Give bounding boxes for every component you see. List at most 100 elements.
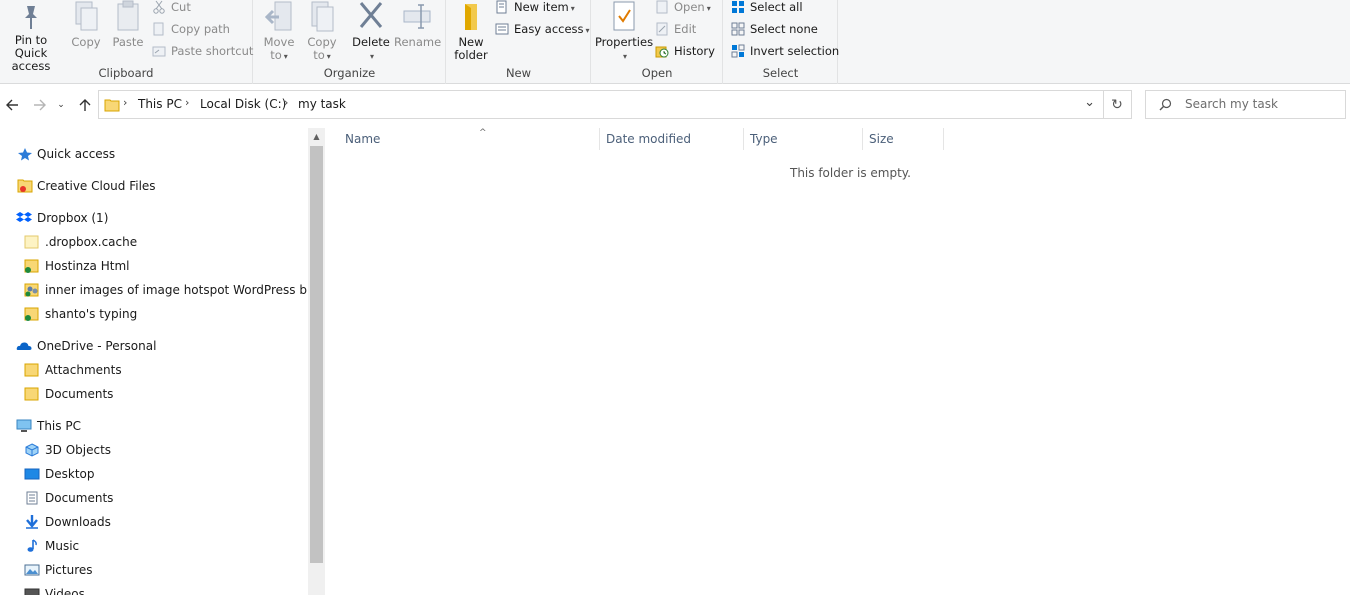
empty-folder-message: This folder is empty. — [790, 166, 911, 180]
new-folder-button[interactable]: New folder — [451, 0, 491, 62]
edit-icon — [656, 22, 668, 36]
synced-folder-icon — [24, 307, 39, 321]
column-name-label: Name — [345, 132, 381, 146]
breadcrumb-chevron-icon: › — [284, 96, 289, 109]
breadcrumb-local-disk[interactable]: Local Disk (C:) — [200, 97, 286, 111]
new-group-label: New — [505, 66, 532, 80]
forward-arrow-icon — [34, 99, 46, 111]
recent-locations-button[interactable]: ⌄ — [53, 94, 69, 116]
easy-access-button[interactable]: Easy access ▾ — [495, 20, 590, 38]
breadcrumb-chevron-icon: › — [123, 96, 128, 109]
open-label: Open — [674, 0, 705, 14]
select-none-icon — [731, 22, 745, 36]
invert-selection-button[interactable]: Invert selection — [731, 42, 839, 60]
nav-label: Videos — [45, 587, 85, 595]
paste-icon — [117, 0, 139, 31]
nav-label: .dropbox.cache — [45, 235, 138, 249]
new-item-button[interactable]: New item ▾ — [495, 0, 575, 16]
organize-group: Move to▾ Copy to▾ Delete ▾ Rename Orga — [254, 0, 446, 84]
pin-label-line1: Pin to Quick — [14, 33, 48, 60]
file-list[interactable]: Name ^ Date modified Type Size This fold… — [325, 128, 1350, 595]
back-button[interactable] — [1, 94, 23, 116]
paste-button[interactable]: Paste — [110, 0, 146, 49]
folder-icon — [104, 99, 120, 112]
nav-pane-scrollbar[interactable]: ▲ — [308, 128, 325, 595]
open-button[interactable]: Open ▾ — [655, 0, 711, 16]
move-to-caret-icon: ▾ — [283, 52, 288, 61]
column-type-label: Type — [750, 132, 778, 146]
column-header-type[interactable]: Type — [744, 128, 863, 150]
cut-button[interactable]: Cut — [152, 0, 191, 16]
move-to-icon — [265, 1, 292, 31]
select-none-button[interactable]: Select none — [731, 20, 818, 38]
new-item-caret-icon: ▾ — [570, 4, 575, 13]
select-all-button[interactable]: Select all — [731, 0, 803, 16]
nav-label: shanto's typing — [45, 307, 138, 321]
properties-button[interactable]: Properties ▾ — [594, 0, 654, 63]
nav-label: Desktop — [45, 467, 95, 481]
paste-shortcut-label: Paste shortcut — [171, 44, 254, 58]
nav-label: Downloads — [45, 515, 111, 529]
delete-icon — [359, 2, 383, 28]
downloads-icon — [26, 515, 38, 529]
edit-button[interactable]: Edit — [655, 20, 696, 38]
cut-label: Cut — [171, 0, 191, 14]
delete-button[interactable]: Delete ▾ — [352, 0, 390, 63]
invert-selection-icon — [731, 44, 745, 58]
paste-shortcut-button[interactable]: Paste shortcut — [152, 42, 253, 60]
copy-label: Copy — [71, 35, 101, 49]
properties-label: Properties — [594, 35, 654, 49]
open-icon — [656, 0, 668, 14]
select-group: Select all Select none Invert selection … — [724, 0, 839, 84]
new-item-label: New item — [514, 0, 569, 14]
breadcrumb-chevron-icon: › — [185, 96, 190, 109]
copy-to-button[interactable]: Copy to ▾ — [302, 0, 342, 63]
easy-access-icon — [495, 23, 509, 35]
column-header-name[interactable]: Name ^ — [339, 128, 600, 150]
dropbox-icon — [16, 212, 32, 222]
copy-button[interactable]: Copy — [68, 0, 104, 49]
nav-label: Attachments — [45, 363, 122, 377]
sort-ascending-icon: ^ — [479, 128, 487, 138]
properties-caret-icon: ▾ — [622, 52, 627, 61]
ribbon: Pin to Quick access Copy Paste Cut Copy … — [0, 0, 1350, 84]
creative-cloud-folder-icon — [17, 179, 33, 193]
column-header-size[interactable]: Size — [863, 128, 944, 150]
synced-folder-icon — [24, 259, 39, 273]
address-dropdown-icon[interactable]: ⌄ — [1084, 95, 1095, 110]
nav-label: This PC — [37, 419, 81, 433]
search-box[interactable]: Search my task — [1145, 90, 1346, 119]
scroll-up-arrow-icon[interactable]: ▲ — [308, 130, 325, 144]
search-placeholder: Search my task — [1185, 97, 1278, 111]
folder-icon — [24, 363, 39, 377]
up-button[interactable] — [74, 94, 96, 116]
breadcrumb-this-pc[interactable]: This PC — [138, 97, 182, 111]
history-button[interactable]: History — [655, 42, 715, 60]
nav-label: OneDrive - Personal — [37, 339, 157, 353]
navigation-pane: Quick access Creative Cloud Files Dropbo… — [0, 128, 325, 595]
copy-path-button[interactable]: Copy path — [152, 20, 230, 38]
pin-icon — [25, 6, 37, 29]
copy-path-icon — [153, 22, 164, 36]
nav-label: Documents — [45, 387, 114, 401]
refresh-button[interactable]: ↻ — [1103, 90, 1132, 119]
copy-to-caret-icon: ▾ — [326, 52, 331, 61]
new-folder-label-line2: folder — [454, 48, 488, 62]
refresh-icon: ↻ — [1111, 97, 1123, 113]
folder-icon — [24, 235, 39, 249]
rename-button[interactable]: Rename — [394, 0, 441, 49]
copy-to-label-line2: to — [313, 48, 325, 62]
address-bar[interactable]: › This PC › Local Disk (C:) › my task ⌄ — [98, 90, 1104, 119]
3d-objects-icon — [25, 443, 39, 457]
history-icon — [655, 46, 669, 58]
column-date-label: Date modified — [606, 132, 692, 146]
column-header-date-modified[interactable]: Date modified — [600, 128, 744, 150]
pin-to-quick-access-button[interactable]: Pin to Quick access — [0, 0, 62, 73]
scrollbar-thumb[interactable] — [310, 146, 323, 563]
move-to-button[interactable]: Move to ▾ — [258, 0, 300, 63]
forward-button[interactable] — [29, 94, 51, 116]
copy-path-label: Copy path — [171, 22, 230, 36]
breadcrumb-my-task[interactable]: my task — [298, 97, 346, 111]
column-size-label: Size — [869, 132, 894, 146]
pictures-icon — [24, 564, 40, 576]
